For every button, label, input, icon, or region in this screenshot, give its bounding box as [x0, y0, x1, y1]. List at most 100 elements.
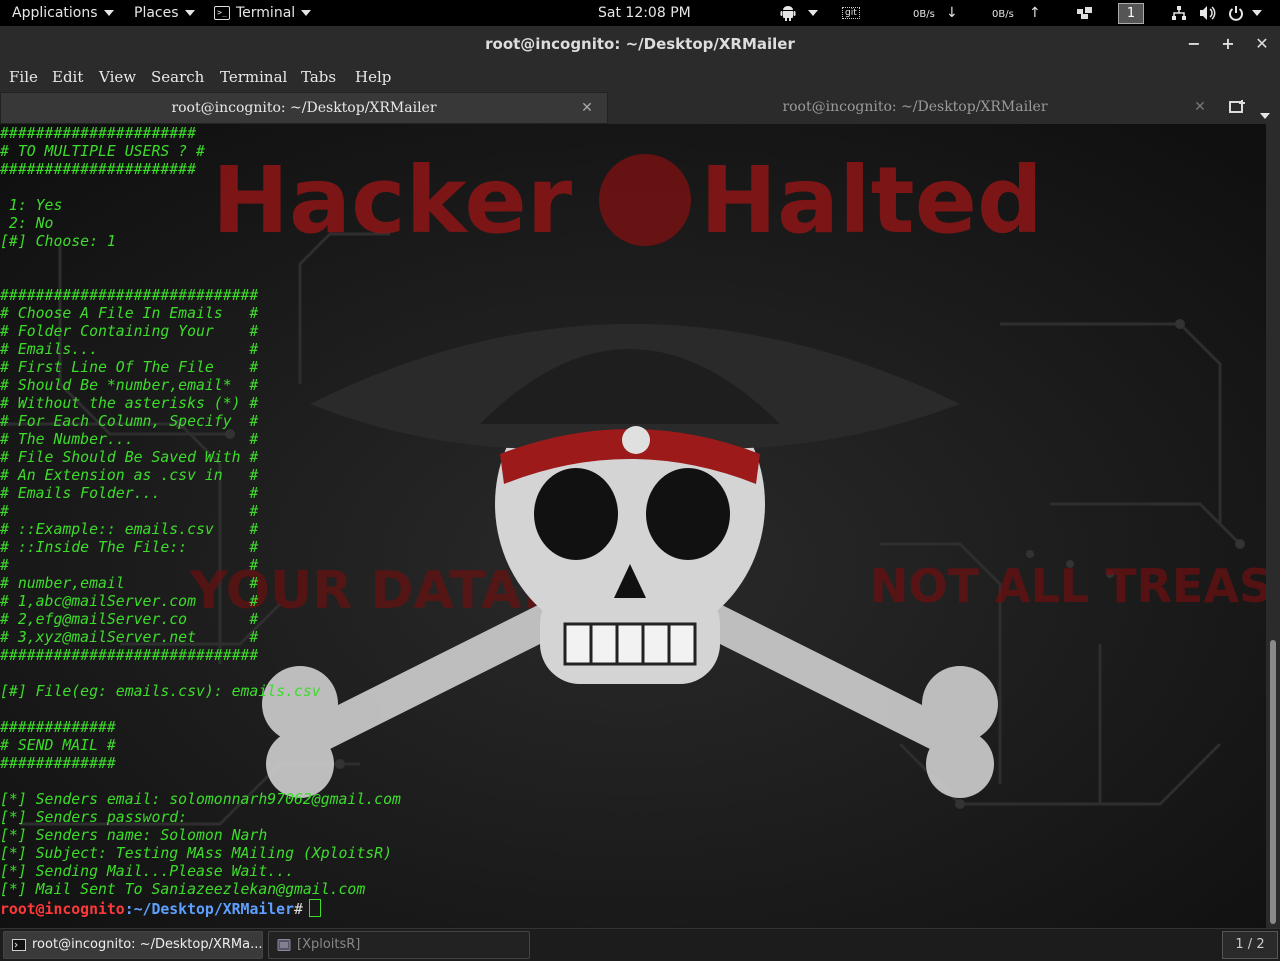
terminal-line: # 1,abc@mailServer.com # [0, 593, 259, 610]
terminal-line: # First Line Of The File # [0, 359, 259, 376]
terminal-line: # Without the asterisks (*) # [0, 395, 259, 412]
taskbar-item-terminal[interactable]: root@incognito: ~/Desktop/XRMa... [3, 931, 263, 959]
prompt-path: ~/Desktop/XRMailer [133, 901, 294, 918]
terminal-line: [*] Subject: Testing MAss MAiling (Xploi… [0, 845, 392, 862]
menu-tabs[interactable]: Tabs [301, 62, 336, 92]
tab-bar: root@incognito: ~/Desktop/XRMailer ✕ roo… [0, 92, 1280, 124]
tab-1[interactable]: root@incognito: ~/Desktop/XRMailer ✕ [0, 92, 608, 124]
tab-list-button[interactable] [1260, 105, 1270, 124]
android-icon [780, 6, 796, 21]
power-icon [1229, 6, 1243, 21]
menu-edit[interactable]: Edit [52, 62, 83, 92]
terminal-app-menu[interactable]: >_ Terminal [214, 0, 312, 26]
clock[interactable]: Sat 12:08 PM [598, 0, 691, 26]
terminal-line: # 3,xyz@mailServer.net # [0, 629, 259, 646]
terminal-line: [*] Senders password: [0, 809, 188, 826]
prompt-colon: : [124, 901, 134, 918]
prompt-user: root@incognito [0, 901, 125, 918]
terminal-line: # Should Be *number,email* # [0, 377, 259, 394]
window-list-indicator[interactable] [1076, 0, 1094, 26]
upload-rate-value: 0B/s [992, 9, 1014, 20]
terminal-line: [*] Mail Sent To Saniazeezlekan@gmail.co… [0, 881, 366, 898]
taskbar-item-label: [XploitsR] [297, 937, 361, 952]
chevron-down-icon [103, 10, 114, 16]
new-tab-icon [1229, 100, 1245, 113]
tab-2-label: root@incognito: ~/Desktop/XRMailer [782, 99, 1048, 115]
terminal-line: ############# [0, 755, 116, 772]
git-indicator[interactable]: git [842, 0, 860, 26]
terminal-line: # # [0, 503, 259, 520]
menu-help[interactable]: Help [355, 62, 391, 92]
minimize-button[interactable]: − [1182, 26, 1206, 62]
terminal-line: # SEND MAIL # [0, 737, 116, 754]
volume-icon [1200, 6, 1216, 20]
taskbar-item-xploitsr[interactable]: [XploitsR] [268, 931, 530, 959]
taskbar-item-label: root@incognito: ~/Desktop/XRMa... [32, 937, 263, 952]
places-menu[interactable]: Places [134, 0, 195, 26]
terminal-line: ############################# [0, 287, 259, 304]
chevron-down-icon [301, 10, 312, 16]
window-title: root@incognito: ~/Desktop/XRMailer [485, 35, 795, 53]
terminal-line: ###################### [0, 125, 196, 142]
maximize-button[interactable]: + [1216, 26, 1240, 62]
tab-1-label: root@incognito: ~/Desktop/XRMailer [171, 100, 437, 116]
terminal-output: ###################### # TO MULTIPLE USER… [0, 125, 401, 918]
menu-search[interactable]: Search [151, 62, 204, 92]
volume-indicator[interactable] [1199, 0, 1217, 26]
file-manager-icon [277, 938, 291, 951]
terminal-line: # An Extension as .csv in # [0, 467, 259, 484]
menu-file[interactable]: File [9, 62, 38, 92]
terminal-prompt: root@incognito:~/Desktop/XRMailer# [0, 899, 401, 918]
new-tab-button[interactable] [1228, 97, 1248, 121]
power-menu[interactable] [1228, 0, 1262, 26]
terminal-line: # The Number... # [0, 431, 259, 448]
terminal-line: # Emails... # [0, 341, 259, 358]
download-rate: 0B/s ↓ [913, 0, 958, 26]
menu-view[interactable]: View [99, 62, 136, 92]
terminal-line: # Emails Folder... # [0, 485, 259, 502]
network-icon [1172, 6, 1186, 20]
terminal-line: 1: Yes [0, 197, 63, 214]
terminal-cursor [308, 899, 321, 917]
terminal-line: [#] File(eg: emails.csv): emails.csv [0, 683, 321, 700]
terminal-scrollbar[interactable] [1266, 124, 1280, 928]
network-indicator[interactable] [1171, 0, 1187, 26]
window-titlebar[interactable]: root@incognito: ~/Desktop/XRMailer − + ✕ [0, 26, 1280, 62]
tab-close-icon[interactable]: ✕ [579, 93, 595, 123]
wallpaper-text-right: NOT ALL TREAS [870, 559, 1266, 613]
arrow-down-icon: ↓ [946, 5, 958, 21]
chevron-down-icon [808, 10, 818, 16]
close-button[interactable]: ✕ [1250, 26, 1274, 62]
terminal-line: # File Should Be Saved With # [0, 449, 259, 466]
places-label: Places [134, 5, 179, 21]
arrow-up-icon: ↑ [1029, 5, 1041, 21]
terminal-line: # # [0, 557, 259, 574]
terminal-icon: >_ [214, 6, 230, 20]
tab-close-icon[interactable]: ✕ [1192, 92, 1208, 122]
workspace-pager[interactable]: 1 / 2 [1222, 931, 1278, 959]
download-rate-value: 0B/s [913, 9, 935, 20]
terminal-line: # For Each Column, Specify # [0, 413, 259, 430]
scrollbar-thumb[interactable] [1270, 640, 1276, 924]
workspace-indicator[interactable]: 1 [1118, 3, 1144, 24]
bottom-taskbar: root@incognito: ~/Desktop/XRMa... [Xploi… [0, 928, 1280, 961]
terminal-line: # ::Inside The File:: # [0, 539, 259, 556]
menu-terminal[interactable]: Terminal [220, 62, 287, 92]
terminal-view[interactable]: Hacker Halted YOUR DATA... NOT ALL TREAS… [0, 124, 1266, 928]
terminal-line: [*] Senders email: solomonnarh97062@gmai… [0, 791, 401, 808]
terminal-line: ############# [0, 719, 116, 736]
terminal-line: # Folder Containing Your # [0, 323, 259, 340]
applications-label: Applications [12, 5, 98, 21]
applications-menu[interactable]: Applications [12, 0, 114, 26]
android-indicator[interactable] [780, 0, 818, 26]
menu-bar: File Edit View Search Terminal Tabs Help [0, 62, 1280, 93]
terminal-line: ###################### [0, 161, 196, 178]
terminal-app-label: Terminal [236, 5, 296, 21]
tab-2[interactable]: root@incognito: ~/Desktop/XRMailer ✕ [612, 92, 1218, 122]
